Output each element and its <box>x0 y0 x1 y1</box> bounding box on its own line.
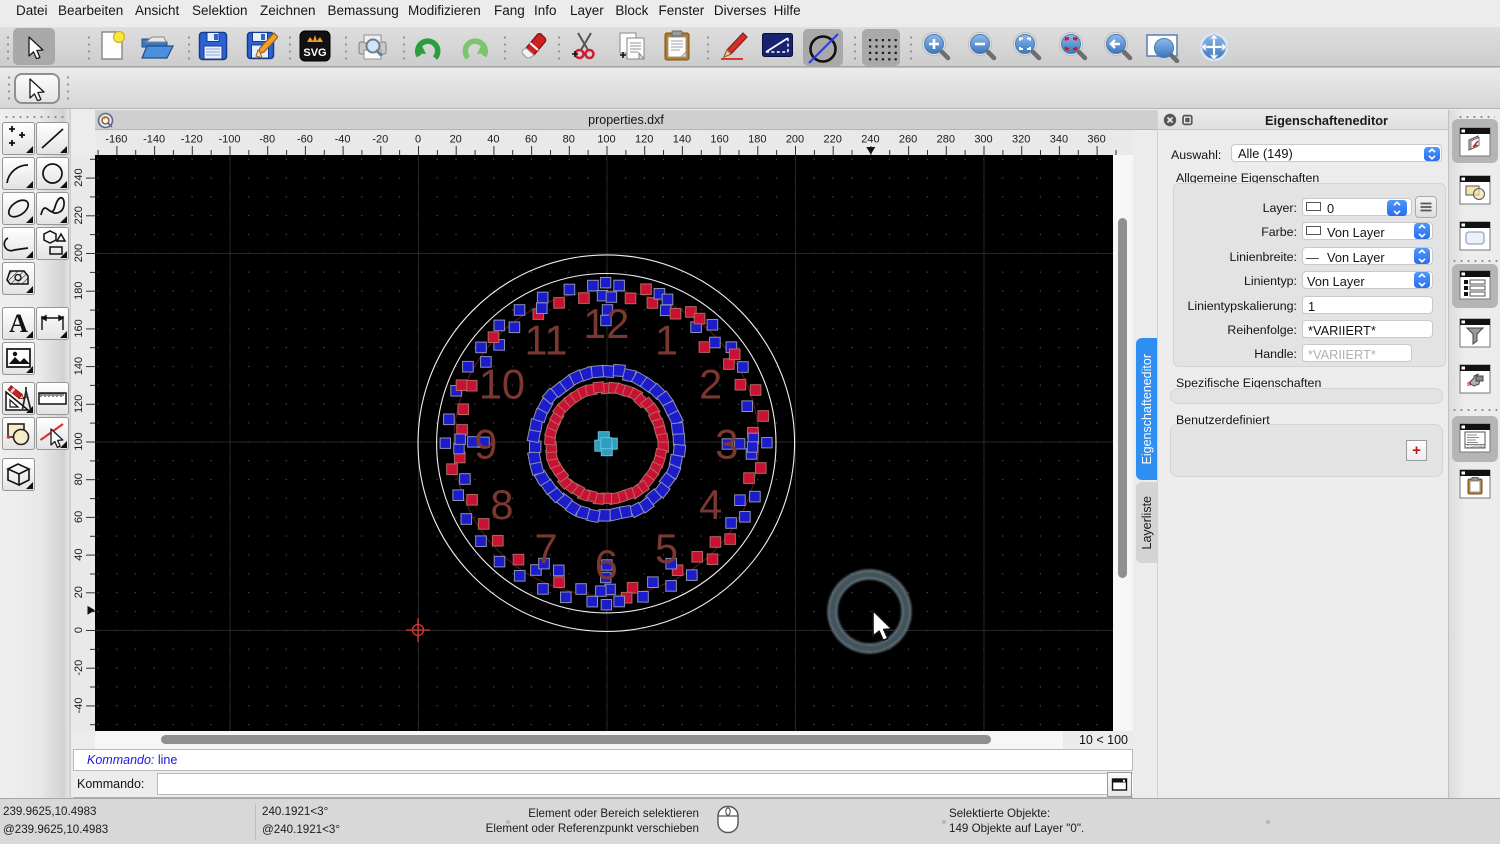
svg-text:-20: -20 <box>73 660 85 676</box>
svg-text:200: 200 <box>73 244 85 262</box>
svg-text:-140: -140 <box>143 134 165 146</box>
svg-text:2: 2 <box>699 360 722 407</box>
svg-text:-40: -40 <box>335 134 351 146</box>
svg-text:5: 5 <box>655 525 678 572</box>
svg-text:C command: C command <box>1467 445 1485 449</box>
svg-text:9: 9 <box>474 421 497 468</box>
svg-text:-160: -160 <box>105 134 127 146</box>
svg-text:160: 160 <box>710 134 728 146</box>
svg-text:220: 220 <box>824 134 842 146</box>
svg-text:80: 80 <box>563 134 575 146</box>
svg-text:60: 60 <box>73 511 85 523</box>
svg-text:8: 8 <box>490 481 513 528</box>
svg-text:100: 100 <box>597 134 615 146</box>
svg-text:40: 40 <box>487 134 499 146</box>
svg-text:40: 40 <box>73 548 85 560</box>
svg-text:240: 240 <box>861 134 879 146</box>
svg-text:11: 11 <box>524 316 567 363</box>
svg-text:-20: -20 <box>372 134 388 146</box>
svg-text:1: 1 <box>655 316 678 363</box>
svg-text:6: 6 <box>595 541 618 588</box>
svg-text:-100: -100 <box>218 134 240 146</box>
svg-text:300: 300 <box>974 134 992 146</box>
svg-text:360: 360 <box>1087 134 1105 146</box>
svg-text:140: 140 <box>73 357 85 375</box>
svg-text:20: 20 <box>73 586 85 598</box>
svg-text:12: 12 <box>583 300 629 347</box>
svg-text:100: 100 <box>73 432 85 450</box>
svg-text:160: 160 <box>73 319 85 337</box>
svg-text:3: 3 <box>715 421 738 468</box>
svg-text:10: 10 <box>479 360 525 407</box>
svg-text:0: 0 <box>73 627 85 633</box>
svg-text:120: 120 <box>635 134 653 146</box>
svg-text:320: 320 <box>1012 134 1030 146</box>
svg-text:240: 240 <box>73 168 85 186</box>
svg-text:80: 80 <box>73 473 85 485</box>
svg-text:-120: -120 <box>181 134 203 146</box>
svg-text:7: 7 <box>534 525 557 572</box>
svg-text:340: 340 <box>1050 134 1068 146</box>
svg-text:220: 220 <box>73 206 85 224</box>
svg-text:260: 260 <box>899 134 917 146</box>
svg-text:SVG: SVG <box>303 47 326 59</box>
svg-text:0: 0 <box>415 134 421 146</box>
svg-text:180: 180 <box>73 282 85 300</box>
svg-text:280: 280 <box>937 134 955 146</box>
svg-text:60: 60 <box>525 134 537 146</box>
svg-text:200: 200 <box>786 134 804 146</box>
svg-text:-60: -60 <box>297 134 313 146</box>
svg-text:4: 4 <box>699 481 722 528</box>
svg-text:180: 180 <box>748 134 766 146</box>
svg-text:140: 140 <box>673 134 691 146</box>
svg-text:-80: -80 <box>259 134 275 146</box>
svg-text:-40: -40 <box>73 697 85 713</box>
svg-text:120: 120 <box>73 395 85 413</box>
svg-text:20: 20 <box>450 134 462 146</box>
